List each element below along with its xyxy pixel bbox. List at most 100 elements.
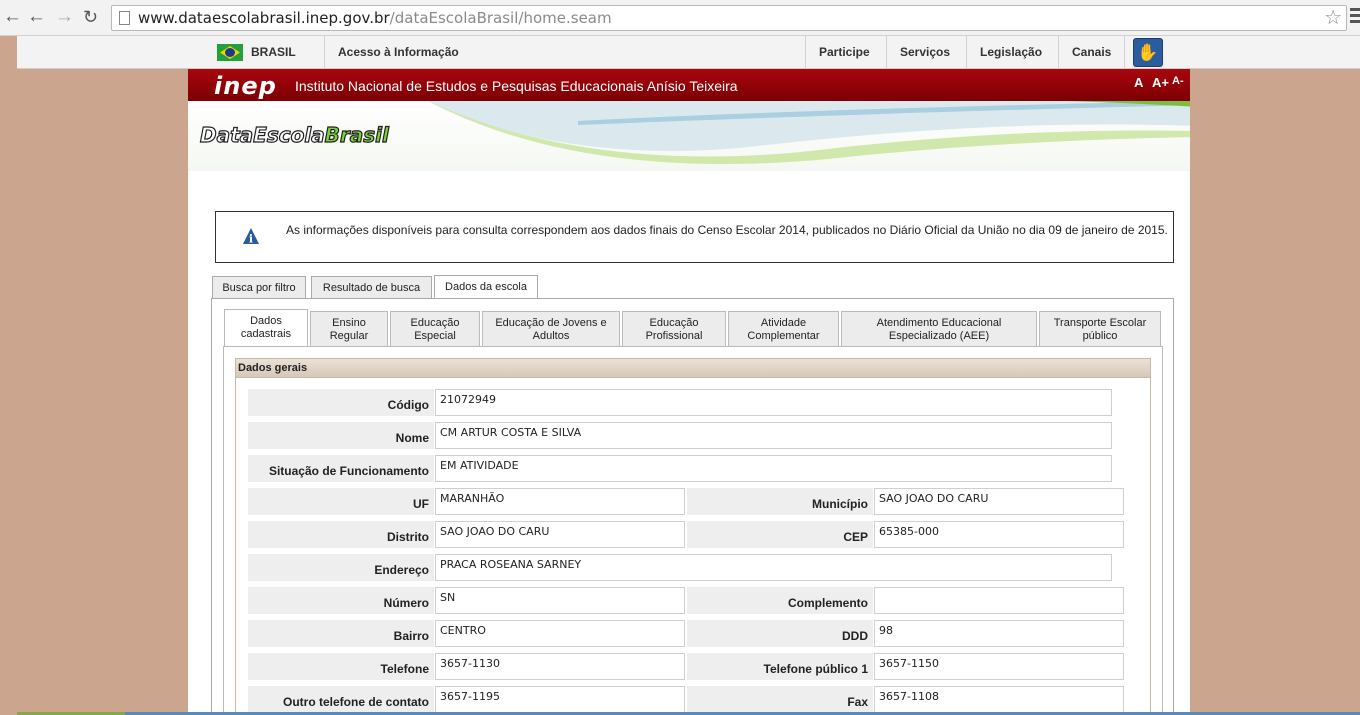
bookmark-star-icon[interactable]: ☆ [1324,6,1342,30]
codigo-value: 21072949 [435,389,1112,416]
address-bar[interactable]: www.dataescolabrasil.inep.gov.br/dataEsc… [111,5,1347,31]
brazil-flag-icon [217,44,243,61]
svg-text:i: i [249,233,253,246]
banner-swoosh-graphic [428,101,1190,165]
section-title: Dados gerais [235,358,1151,378]
notice-box: i As informações disponíveis para consul… [215,211,1174,263]
subtab-label: Atendimento Educacional [876,317,1002,329]
fax-value: 3657-1108 [874,686,1124,713]
subtab-educacao-jovens-adultos[interactable]: Educação de Jovens e Adultos [482,311,620,347]
page-container: inep Instituto Nacional de Estudos e Pes… [188,69,1190,715]
telefone-value: 3657-1130 [435,653,685,680]
subtab-label: Educação [410,317,460,329]
subtab-label: Educação [649,317,699,329]
telefone-label: Telefone [248,653,434,680]
endereco-value: PRACA ROSEANA SARNEY [435,554,1112,581]
reload-icon[interactable]: ↻ [83,6,98,28]
fax-label: Fax [687,686,873,713]
subtab-label: público [1082,330,1118,342]
municipio-label: Município [687,488,873,515]
banner: DataEscolaBrasil [188,101,1190,171]
url-text[interactable]: www.dataescolabrasil.inep.gov.br/dataEsc… [138,9,612,27]
telefone-publico-label: Telefone público 1 [687,653,873,680]
back-history-icon[interactable]: ← [27,6,46,28]
browser-toolbar: ← ← → ↻ www.dataescolabrasil.inep.gov.br… [0,0,1360,36]
uf-value: MARANHÃO [435,488,685,515]
divider [1124,36,1125,69]
url-domain: www.dataescolabrasil.inep.gov.br [138,9,390,27]
subtab-label: cadastrais [240,328,292,340]
divider [966,36,967,69]
ddd-label: DDD [687,620,873,647]
numero-value: SN [435,587,685,614]
subtab-label: Ensino [332,317,366,329]
forward-arrow-icon[interactable]: → [55,6,74,28]
divider [1058,36,1059,69]
cep-value: 65385-000 [874,521,1124,548]
legislacao-link[interactable]: Legislação [980,45,1042,59]
acesso-informacao-link[interactable]: Acesso à Informação [338,45,459,59]
accessibility-hand-icon[interactable]: ✋ [1133,38,1163,67]
logo-part1: DataEscola [199,122,325,147]
subtab-ensino-regular[interactable]: Ensino Regular [310,311,388,347]
subtab-label: Especial [414,330,456,342]
subtab-label: Profissional [645,330,703,342]
canais-link[interactable]: Canais [1072,45,1111,59]
complemento-value [874,587,1124,614]
ddd-value: 98 [874,620,1124,647]
subtab-transporte-escolar[interactable]: Transporte Escolar público [1039,311,1161,347]
subtab-label: Complementar [747,330,820,342]
subtab-label: Adultos [532,330,570,342]
subtab-educacao-especial[interactable]: Educação Especial [390,311,480,347]
url-path: /dataEscolaBrasil/home.seam [389,9,612,27]
outro-telefone-value: 3657-1195 [435,686,685,713]
complemento-label: Complemento [687,587,873,614]
uf-label: UF [248,488,434,515]
subtab-label: Especializado (AEE) [888,330,990,342]
situacao-label: Situação de Funcionamento [248,455,434,482]
endereco-label: Endereço [248,554,434,581]
subtab-dados-cadastrais[interactable]: Dados cadastrais [224,309,308,348]
subtab-atendimento-aee[interactable]: Atendimento Educacional Especializado (AE… [841,311,1037,347]
divider [805,36,806,69]
font-normal-button[interactable]: A [1134,75,1143,90]
gov-bar: BRASIL Acesso à Informação Participe Ser… [17,36,1360,69]
situacao-value: EM ATIVIDADE [435,455,1112,482]
institute-title: Instituto Nacional de Estudos e Pesquisa… [295,78,738,94]
servicos-link[interactable]: Serviços [900,45,950,59]
tab-resultado-de-busca[interactable]: Resultado de busca [311,276,432,299]
cep-label: CEP [687,521,873,548]
inep-header: inep Instituto Nacional de Estudos e Pes… [188,69,1190,101]
numero-label: Número [248,587,434,614]
telefone-publico-value: 3657-1150 [874,653,1124,680]
divider [886,36,887,69]
page-icon [119,11,130,25]
font-decrease-button[interactable]: A- [1172,75,1184,87]
distrito-label: Distrito [248,521,434,548]
municipio-value: SAO JOAO DO CARU [874,488,1124,515]
notice-text: As informações disponíveis para consulta… [286,223,1168,237]
subtab-atividade-complementar[interactable]: Atividade Complementar [728,311,839,347]
subtab-label: Educação de Jovens e [495,317,607,329]
tab-dados-da-escola[interactable]: Dados da escola [434,275,538,299]
back-arrow-icon[interactable]: ← [3,6,22,28]
tab-busca-por-filtro[interactable]: Busca por filtro [212,276,306,299]
font-increase-button[interactable]: A+ [1152,75,1169,90]
subtab-label: Dados [250,315,282,327]
outro-telefone-label: Outro telefone de contato [248,686,434,713]
dataescolabrasil-logo[interactable]: DataEscolaBrasil [199,122,389,147]
subtab-educacao-profissional[interactable]: Educação Profissional [622,311,726,347]
distrito-value: SAO JOAO DO CARU [435,521,685,548]
subtab-label: Regular [329,330,369,342]
nome-label: Nome [248,422,434,449]
gov-brasil-link[interactable]: BRASIL [251,45,296,59]
participe-link[interactable]: Participe [819,45,870,59]
browser-menu-icon[interactable] [1350,8,1360,26]
subtab-label: Transporte Escolar [1053,317,1147,329]
info-icon: i [243,228,259,246]
divider [324,36,325,69]
logo-part2: Brasil [324,122,389,147]
nome-value: CM ARTUR COSTA E SILVA [435,422,1112,449]
codigo-label: Código [248,389,434,416]
inep-logo[interactable]: inep [214,74,277,98]
